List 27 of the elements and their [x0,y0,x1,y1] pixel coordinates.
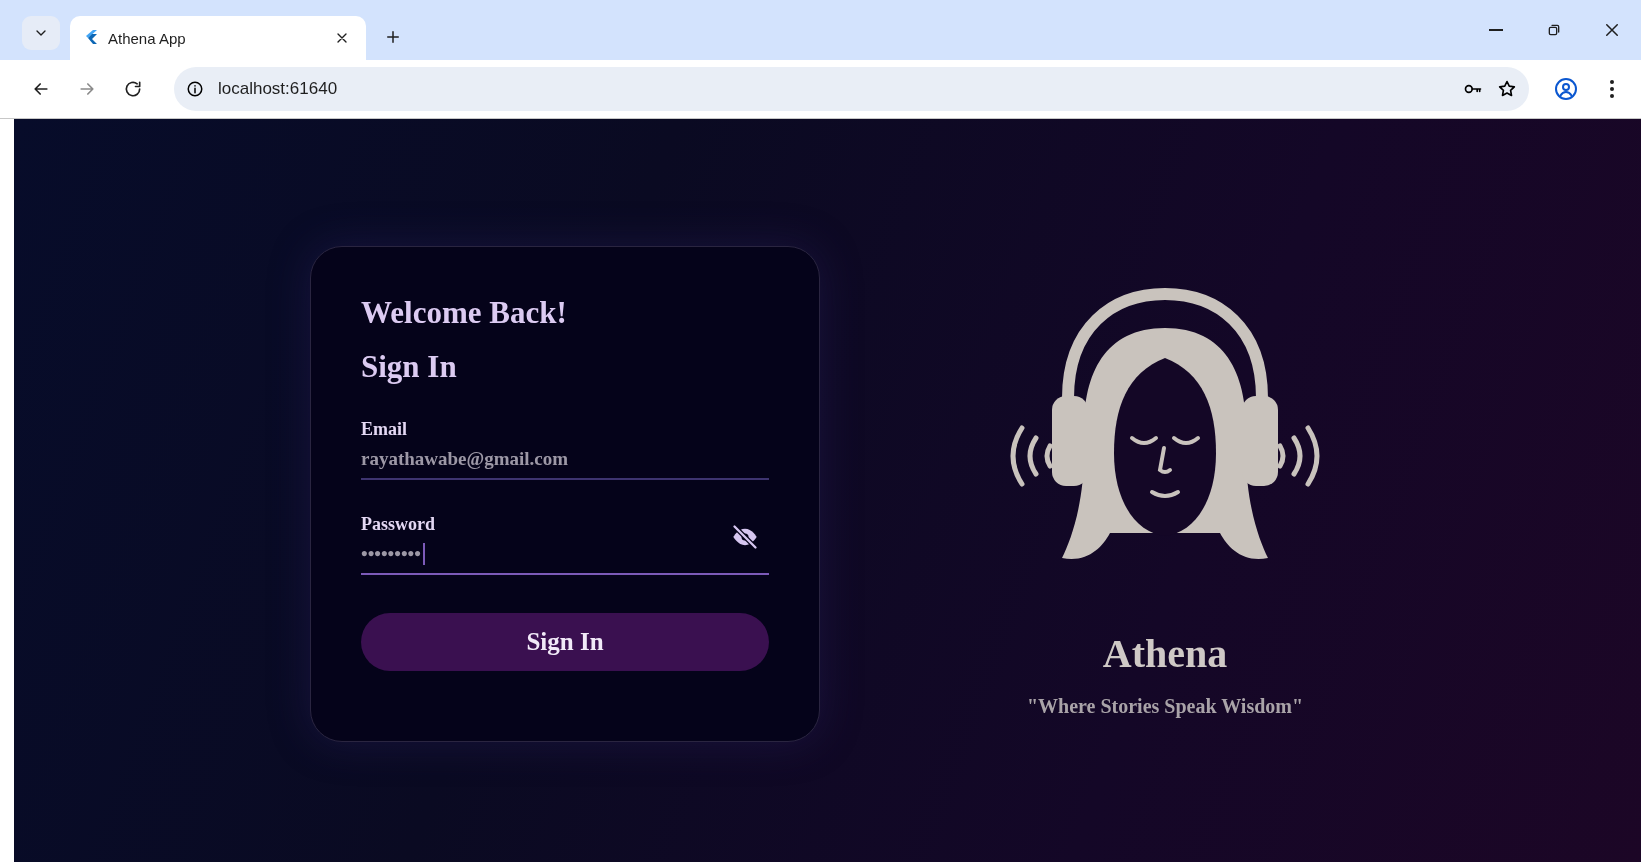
minimize-icon [1489,29,1503,31]
sign-in-button[interactable]: Sign In [361,613,769,671]
browser-tab[interactable]: Athena App [70,16,366,60]
password-field[interactable]: Password ••••••••• [361,514,769,575]
email-field[interactable]: Email rayathawabe@gmail.com [361,419,769,480]
restore-icon [1546,22,1562,38]
eye-slash-icon [731,523,759,551]
brand-tagline: "Where Stories Speak Wisdom" [1026,695,1304,718]
field-label: Password [361,514,436,535]
app-logo-icon [84,30,98,46]
welcome-heading: Welcome Back! [361,295,568,331]
star-icon [1497,79,1517,99]
reload-icon [123,79,143,99]
close-icon [1603,21,1621,39]
visibility-toggle[interactable] [731,523,759,551]
sign-in-heading: Sign In [361,349,458,385]
field-value: ••••••••• [361,543,425,565]
more-icon [1610,80,1614,98]
address-bar[interactable]: localhost:61640 [174,67,1529,111]
tab-title: Athena App [108,29,187,47]
field-value: rayathawabe@gmail.com [361,448,570,470]
info-icon [186,80,204,98]
field-label: Email [361,419,408,440]
url-text: localhost:61640 [218,79,339,99]
plus-icon [384,28,402,46]
brand-name: Athena [1102,630,1228,677]
profile-icon [1554,77,1578,101]
